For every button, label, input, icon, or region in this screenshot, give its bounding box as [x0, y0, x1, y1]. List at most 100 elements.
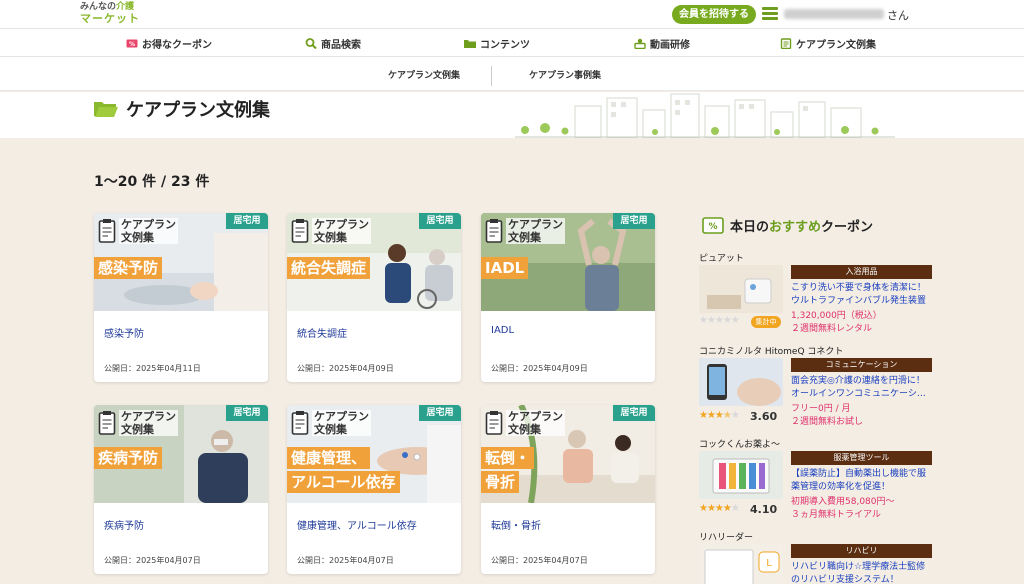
coupon-vendor: リハリーダー [699, 533, 754, 543]
nav-item-coupon[interactable]: % お得なクーポン [126, 36, 212, 51]
nav-item-search[interactable]: 商品検索 [305, 36, 361, 51]
coupon-price: 初期導入費用58,080円〜 [791, 497, 895, 507]
subnav-divider [491, 66, 492, 86]
card-brand: ケアプラン 文例集 [119, 218, 178, 244]
coupon-item[interactable]: ピュアット 入浴用品 こすり洗い不要で身体を清潔に！ ウルトラファインバブル発生装… [699, 251, 939, 341]
coupon-vendor: コックくんお薬よ〜 [699, 440, 781, 450]
card-date: 公開日：2025年04月09日 [297, 364, 394, 373]
folder-icon [464, 40, 476, 48]
card-brand: ケアプラン 文例集 [506, 410, 565, 436]
card-title[interactable]: 統合失調症 [297, 325, 347, 340]
logo-text-b: 介護 [116, 2, 135, 12]
clipboard-icon [291, 219, 309, 243]
coupon-description[interactable]: リハビリ職向け☆理学療法士監修 のリハビリ支援システム！ [791, 561, 932, 584]
page-banner: ケアプラン文例集 [0, 92, 1024, 138]
logo-text-main: マーケット [80, 12, 140, 25]
card-tag: 居宅用 [613, 213, 655, 229]
rating-status-badge: 集計中 [751, 316, 781, 328]
result-count: 1〜20 件 / 23 件 [94, 174, 210, 190]
coupon-vendor: ピュアット [699, 254, 744, 264]
nav-item-label: ケアプラン文例集 [796, 40, 876, 51]
card-title[interactable]: 疾病予防 [104, 517, 144, 532]
card-thumbnail: ケアプラン 文例集 居宅用 疾病予防 [94, 405, 268, 503]
coupon-price: 1,320,000円（税込） [791, 311, 882, 321]
hamburger-menu-icon[interactable] [762, 7, 778, 21]
coupon-description[interactable]: こすり洗い不要で身体を清潔に！ ウルトラファインバブル発生装置 [791, 282, 932, 308]
folder-open-icon [94, 102, 118, 117]
subnav-careplan-cases[interactable]: ケアプラン事例集 [529, 68, 601, 81]
rating-value: 4.10 [750, 503, 778, 516]
article-card[interactable]: ケアプラン 文例集 居宅用 転倒・ 骨折 転倒・骨折 公開日：2025年04月07… [481, 405, 655, 574]
card-tag: 居宅用 [613, 405, 655, 421]
card-caption: 統合失調症 [287, 257, 371, 279]
coupon-item[interactable]: コックくんお薬よ〜 服薬管理ツール 【誤薬防止】自動薬出し機能で服 薬管理の効率化… [699, 437, 939, 527]
card-title[interactable]: 転倒・骨折 [491, 517, 541, 532]
card-title[interactable]: 感染予防 [104, 325, 144, 340]
star-rating-icon: ★★★★★ [699, 315, 740, 326]
nav-item-careplan[interactable]: ケアプラン文例集 [780, 36, 876, 51]
card-caption: 感染予防 [94, 257, 163, 279]
coupon-image [699, 265, 783, 313]
sub-navigation: ケアプラン文例集 ケアプラン事例集 [0, 57, 1024, 91]
card-thumbnail: ケアプラン 文例集 居宅用 健康管理、 アルコール依存 [287, 405, 461, 503]
username-redacted [784, 9, 884, 19]
coupon-category: 服薬管理ツール [791, 451, 932, 465]
subnav-careplan-examples[interactable]: ケアプラン文例集 [388, 68, 460, 81]
article-card[interactable]: ケアプラン 文例集 居宅用 疾病予防 疾病予防 公開日：2025年04月07日 [94, 405, 268, 574]
coupon-price: フリー0円 / 月 [791, 404, 851, 414]
card-thumbnail: ケアプラン 文例集 居宅用 感染予防 [94, 213, 268, 311]
card-date: 公開日：2025年04月07日 [297, 556, 394, 565]
card-brand: ケアプラン 文例集 [119, 410, 178, 436]
invite-member-button[interactable]: 会員を招待する [672, 5, 756, 24]
coupon-offer: ２週間無料お試し [791, 417, 864, 427]
coupon-image: L [699, 544, 783, 584]
clipboard-icon [98, 219, 116, 243]
coupon-image [699, 451, 783, 499]
svg-text:%: % [708, 222, 717, 232]
card-brand: ケアプラン 文例集 [312, 410, 371, 436]
article-card[interactable]: ケアプラン 文例集 居宅用 IADL IADL 公開日：2025年04月09日 [481, 213, 655, 382]
page-title: ケアプラン文例集 [94, 96, 270, 122]
coupon-item[interactable]: コニカミノルタ HitomeQ コネクト コミュニケーション 面会充実◎介護の連… [699, 344, 939, 434]
rating-value: 3.60 [750, 410, 778, 423]
card-title[interactable]: 健康管理、アルコール依存 [297, 517, 417, 532]
card-caption-line2: 骨折 [481, 471, 520, 493]
svg-text:%: % [129, 41, 135, 48]
star-rating-icon: ★★★★★ [699, 410, 740, 421]
nav-item-contents[interactable]: コンテンツ [464, 36, 530, 51]
coupon-vendor: コニカミノルタ HitomeQ コネクト [699, 347, 844, 357]
username-suffix: さん [887, 9, 909, 22]
card-thumbnail: ケアプラン 文例集 居宅用 IADL [481, 213, 655, 311]
coupon-description[interactable]: 面会充実◎介護の連絡を円滑に！ オールインワンコミュニケーシ… [791, 375, 932, 401]
card-tag: 居宅用 [226, 405, 268, 421]
coupon-icon: % [126, 39, 138, 48]
clipboard-icon [291, 411, 309, 435]
nav-item-video-training[interactable]: 動画研修 [634, 36, 690, 51]
card-brand: ケアプラン 文例集 [312, 218, 371, 244]
coupon-category: コミュニケーション [791, 358, 932, 372]
nav-item-label: 動画研修 [650, 40, 690, 51]
article-card[interactable]: ケアプラン 文例集 居宅用 健康管理、 アルコール依存 健康管理、アルコール依存 … [287, 405, 461, 574]
clipboard-icon [98, 411, 116, 435]
clipboard-icon [485, 219, 503, 243]
main-navigation: % お得なクーポン 商品検索 コンテンツ 動画研修 ケアプラン文例集 [0, 28, 1024, 57]
nav-item-label: お得なクーポン [142, 40, 212, 51]
video-training-icon [634, 38, 646, 49]
card-caption: 疾病予防 [94, 447, 163, 469]
card-caption: 転倒・ [481, 447, 535, 469]
coupon-icon: % [702, 217, 724, 234]
card-tag: 居宅用 [419, 405, 461, 421]
card-date: 公開日：2025年04月07日 [104, 556, 201, 565]
article-card[interactable]: ケアプラン 文例集 居宅用 感染予防 感染予防 公開日：2025年04月11日 [94, 213, 268, 382]
card-date: 公開日：2025年04月11日 [104, 364, 201, 373]
site-logo[interactable]: みんなの介護 マーケット [80, 1, 140, 25]
card-title[interactable]: IADL [491, 325, 514, 336]
coupon-item[interactable]: リハリーダー L リハビリ リハビリ職向け☆理学療法士監修 のリハビリ支援システム… [699, 530, 939, 584]
article-card[interactable]: ケアプラン 文例集 居宅用 統合失調症 統合失調症 公開日：2025年04月09日 [287, 213, 461, 382]
search-icon [305, 38, 317, 49]
page-title-text: ケアプラン文例集 [126, 100, 270, 121]
coupon-description[interactable]: 【誤薬防止】自動薬出し機能で服 薬管理の効率化を促進！ [791, 468, 932, 494]
cityscape-illustration [515, 93, 895, 138]
card-caption-line2: アルコール依存 [287, 471, 400, 493]
card-tag: 居宅用 [419, 213, 461, 229]
